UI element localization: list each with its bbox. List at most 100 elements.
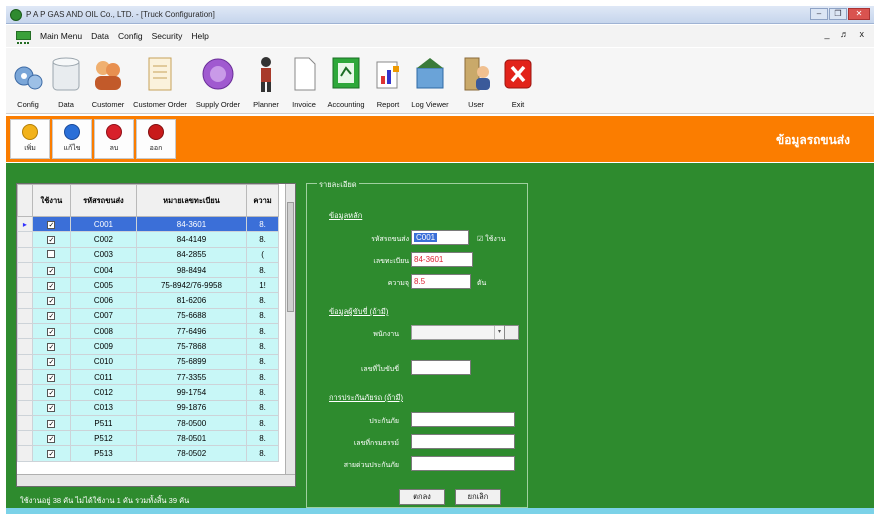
code-cell: C012 <box>70 384 137 401</box>
toolbar-log-viewer-button[interactable]: Log Viewer <box>408 48 452 113</box>
table-row[interactable]: ✓ C004 98-8494 8. <box>17 261 279 279</box>
row-header <box>17 277 33 294</box>
active-checkbox[interactable]: ✓ <box>47 297 56 306</box>
row-header: ▸ <box>17 215 33 233</box>
toolbar-label: Config <box>17 100 39 109</box>
row-header <box>17 384 33 401</box>
active-checkbox[interactable]: ✓ <box>47 266 56 275</box>
toolbar-accounting-button[interactable]: Accounting <box>324 48 368 113</box>
grid-horizontal-scrollbar[interactable] <box>17 474 295 486</box>
row-header <box>17 430 33 447</box>
row-header <box>17 292 33 309</box>
row-header <box>17 246 33 263</box>
add-button[interactable]: เพิ่ม <box>10 119 50 159</box>
table-row[interactable]: ✓ C013 99-1876 8. <box>17 399 279 416</box>
active-checkbox[interactable]: ✓ <box>47 434 56 443</box>
active-cell: ✓ <box>31 215 72 233</box>
active-checkbox[interactable]: ✓ <box>47 358 56 367</box>
table-row[interactable]: ✓ P512 78-0501 8. <box>17 430 279 447</box>
menu-config[interactable]: Config <box>118 31 143 41</box>
active-checkbox[interactable]: ✓ <box>47 327 56 336</box>
active-checkbox[interactable]: ☑ ใช้งาน <box>477 234 506 245</box>
active-checkbox[interactable]: ✓ <box>47 419 56 428</box>
table-row[interactable]: ✓ C007 75-6688 8. <box>17 307 279 325</box>
restore-button[interactable]: ❐ <box>829 8 847 20</box>
col-header-active[interactable]: ใช้งาน <box>31 184 72 217</box>
active-checkbox[interactable]: ✓ <box>47 235 56 244</box>
capacity-cell: 8. <box>246 323 279 340</box>
toolbar-data-button[interactable]: Data <box>48 48 84 113</box>
row-header <box>17 399 33 416</box>
table-row[interactable]: ✓ P513 78-0502 8. <box>17 445 279 462</box>
table-row[interactable]: ✓ P511 78-0500 8. <box>17 414 279 432</box>
code-input[interactable]: C001 <box>411 230 469 245</box>
active-checkbox[interactable]: ✓ <box>47 312 56 321</box>
close-window-button[interactable]: ✕ <box>848 8 870 20</box>
insurer-input[interactable] <box>411 412 515 427</box>
active-checkbox[interactable]: ✓ <box>47 404 56 413</box>
edit-button[interactable]: แก้ไข <box>52 119 92 159</box>
invoice-document-icon <box>287 54 321 94</box>
active-checkbox[interactable] <box>47 249 56 258</box>
table-row[interactable]: ▸ ✓ C001 84-3601 8. <box>17 215 279 233</box>
scroll-thumb[interactable] <box>287 202 294 312</box>
table-row[interactable]: ✓ C011 77-3355 8. <box>17 368 279 386</box>
agent-input[interactable] <box>411 456 515 471</box>
toolbar-exit-button[interactable]: Exit <box>500 48 536 113</box>
toolbar-label: Invoice <box>292 100 316 109</box>
table-row[interactable]: ✓ C008 77-6496 8. <box>17 323 279 340</box>
plate-input[interactable]: 84-3601 <box>411 252 473 267</box>
table-row[interactable]: ✓ C002 84-4149 8. <box>17 231 279 248</box>
close-icon <box>148 124 164 140</box>
col-header-capacity[interactable]: ความ <box>246 184 279 217</box>
chevron-down-icon[interactable]: ▾ <box>494 326 504 339</box>
license-input[interactable] <box>411 360 471 375</box>
grid-vertical-scrollbar[interactable] <box>285 184 295 474</box>
mdi-child-controls[interactable]: _ ♬ x <box>824 29 868 39</box>
capacity-cell: 8. <box>246 414 279 432</box>
toolbar-invoice-button[interactable]: Invoice <box>286 48 322 113</box>
main-toolbar: Config Data Customer Customer Order Supp… <box>6 48 874 114</box>
toolbar-user-button[interactable]: User <box>454 48 498 113</box>
delete-button[interactable]: ลบ <box>94 119 134 159</box>
menu-security[interactable]: Security <box>152 31 183 41</box>
policy-input[interactable] <box>411 434 515 449</box>
active-checkbox[interactable]: ✓ <box>47 373 56 382</box>
code-cell: P512 <box>70 430 137 447</box>
toolbar-planner-button[interactable]: Planner <box>248 48 284 113</box>
active-checkbox[interactable]: ✓ <box>47 281 56 290</box>
cancel-button[interactable]: ยกเลิก <box>455 489 501 505</box>
close-button[interactable]: ออก <box>136 119 176 159</box>
toolbar-config-button[interactable]: Config <box>10 48 46 113</box>
table-row[interactable]: ✓ C005 75-8942/76-9958 1! <box>17 277 279 294</box>
col-header-code[interactable]: รหัสรถขนส่ง <box>70 184 137 217</box>
table-row[interactable]: ✓ C009 75-7868 8. <box>17 338 279 355</box>
table-row[interactable]: C003 84-2855( <box>17 246 279 263</box>
toolbar-supply-order-button[interactable]: Supply Order <box>190 48 246 113</box>
driver-select[interactable]: ▾ <box>411 325 519 340</box>
menu-help[interactable]: Help <box>191 31 208 41</box>
minimize-button[interactable]: – <box>810 8 828 20</box>
table-row[interactable]: ✓ C010 75-6899 8. <box>17 353 279 370</box>
save-button[interactable]: ตกลง <box>399 489 445 505</box>
menu-main-menu[interactable]: Main Menu <box>40 31 82 41</box>
capacity-input[interactable]: 8.5 <box>411 274 471 289</box>
browse-driver-button[interactable] <box>504 325 519 340</box>
active-checkbox[interactable]: ✓ <box>47 343 56 352</box>
menu-data[interactable]: Data <box>91 31 109 41</box>
col-header-plate[interactable]: หมายเลขทะเบียน <box>135 184 248 217</box>
code-value: C001 <box>414 233 438 242</box>
user-icon <box>459 54 493 94</box>
active-checkbox[interactable]: ✓ <box>47 450 56 459</box>
table-row[interactable]: ✓ C006 81-6206 8. <box>17 292 279 309</box>
toolbar-report-button[interactable]: Report <box>370 48 406 113</box>
plate-cell: 99-1876 <box>135 399 248 416</box>
capacity-label: ความจุ <box>387 280 409 287</box>
toolbar-customer-order-button[interactable]: Customer Order <box>132 48 188 113</box>
capacity-cell: 8. <box>246 215 279 233</box>
active-checkbox[interactable]: ✓ <box>47 220 56 229</box>
window-titlebar: P A P GAS AND OIL Co., LTD. - [Truck Con… <box>6 6 874 24</box>
table-row[interactable]: ✓ C012 99-1754 8. <box>17 384 279 401</box>
active-checkbox[interactable]: ✓ <box>47 388 56 397</box>
toolbar-customer-button[interactable]: Customer <box>86 48 130 113</box>
